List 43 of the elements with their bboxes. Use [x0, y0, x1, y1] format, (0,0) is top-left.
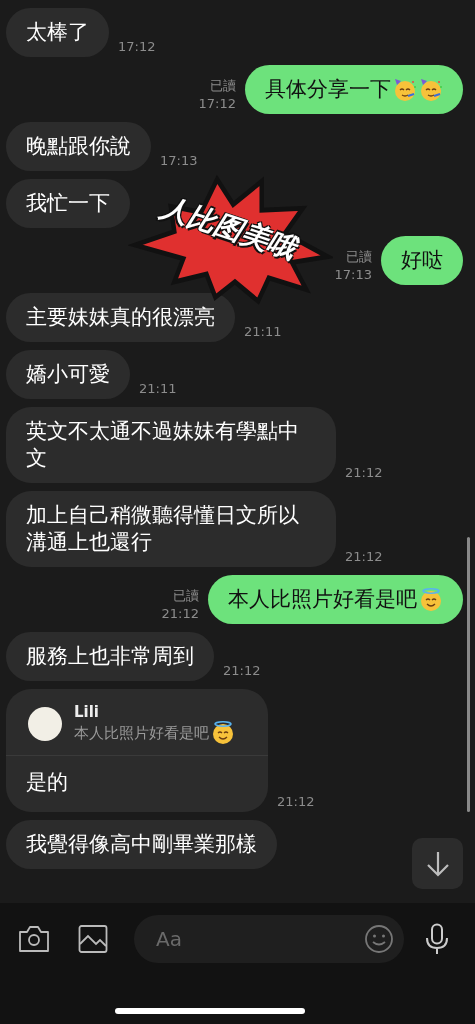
reply-text: 是的: [25, 769, 69, 796]
message-bubble: 我覺得像高中剛畢業那樣: [6, 820, 277, 869]
message-time: 17:12: [198, 96, 236, 113]
message-bubble: 加上自己稍微聽得懂日文所以溝通上也還行: [6, 491, 336, 567]
down-arrow-icon: [424, 849, 451, 878]
camera-icon[interactable]: [18, 924, 50, 954]
quoted-message: 本人比照片好看是吧: [74, 723, 209, 743]
message-bubble: 服務上也非常周到: [6, 632, 214, 681]
read-receipt: 已讀: [210, 78, 236, 95]
image-icon[interactable]: [78, 924, 108, 954]
message-time: 17:13: [160, 153, 198, 170]
message-time: 21:12: [161, 606, 199, 623]
message-bubble: 好哒: [381, 236, 463, 285]
message-bubble: 本人比照片好看是吧: [208, 575, 463, 624]
party-face-icon: [393, 77, 417, 102]
message-bubble: 我忙一下: [6, 179, 130, 228]
message-time: 21:12: [277, 794, 315, 811]
sticker-text: 人比图美哦: [156, 191, 300, 265]
read-receipt: 已讀: [173, 588, 199, 605]
halo-face-icon: [211, 721, 235, 745]
message-time: 21:12: [223, 663, 261, 680]
message-bubble: 嬌小可愛: [6, 350, 130, 399]
message-bubble: 英文不太通不過妹妹有學點中文: [6, 407, 336, 483]
message-bubble: 主要妹妹真的很漂亮: [6, 293, 235, 342]
microphone-icon[interactable]: [424, 923, 450, 955]
message-time: 17:12: [118, 39, 156, 56]
party-face-icon: [419, 77, 443, 102]
message-time: 21:12: [345, 465, 383, 482]
scrollbar[interactable]: [467, 537, 470, 812]
message-bubble: 具体分享一下: [245, 65, 463, 114]
avatar: [28, 707, 62, 741]
message-time: 17:13: [334, 267, 372, 284]
message-bubble: 太棒了: [6, 8, 109, 57]
halo-face-icon: [419, 587, 443, 612]
message-bubble: 晚點跟你說: [6, 122, 151, 171]
emoji-icon[interactable]: [364, 924, 394, 954]
message-input-field[interactable]: Aa: [134, 915, 404, 963]
quoted-sender: Lili: [74, 703, 100, 721]
message-time: 21:12: [345, 549, 383, 566]
message-time: 21:11: [139, 381, 177, 398]
scroll-down-button[interactable]: [412, 838, 463, 889]
message-time: 21:11: [244, 324, 282, 341]
read-receipt: 已讀: [346, 249, 372, 266]
